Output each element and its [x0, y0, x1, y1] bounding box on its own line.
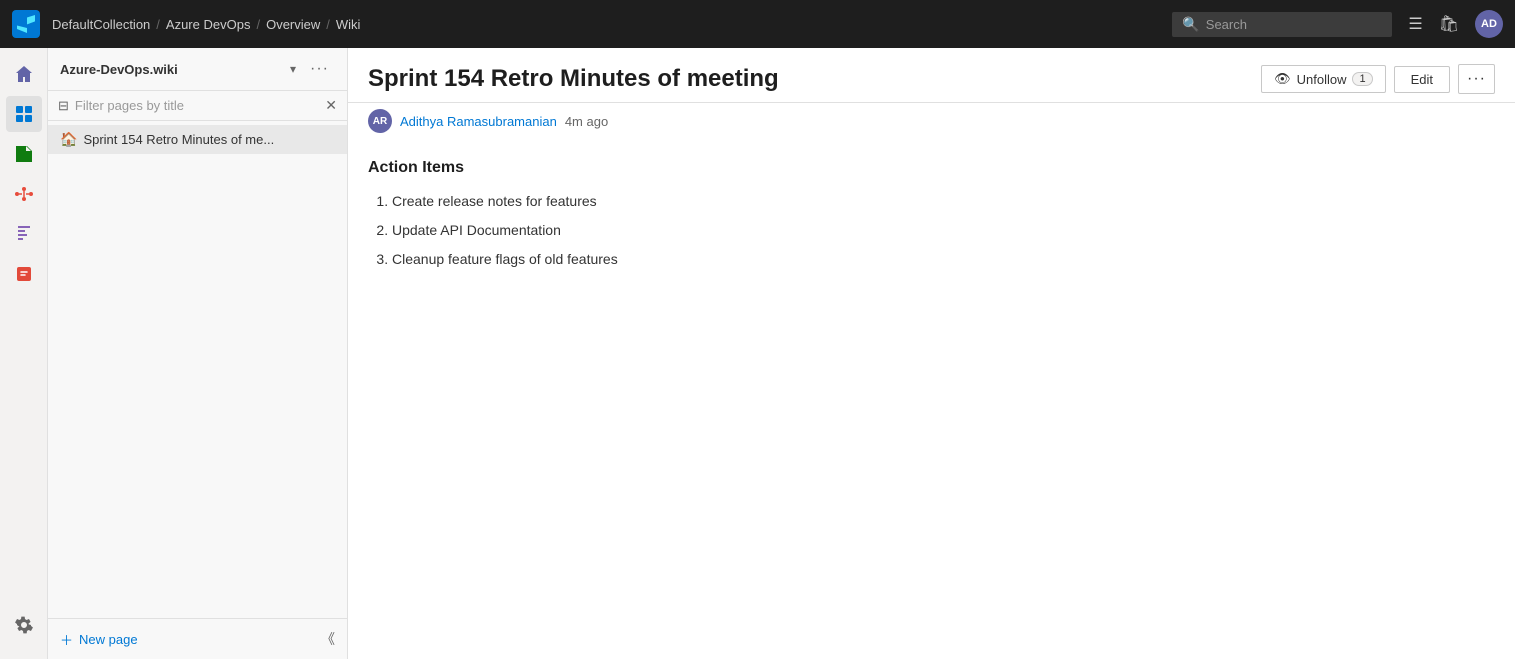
sidebar-header: Azure-DevOps.wiki ▾ ··· [48, 48, 347, 91]
sidebar-footer: ＋ New page 《 [48, 618, 347, 659]
global-search[interactable]: 🔍 [1172, 12, 1392, 37]
plus-icon: ＋ [60, 630, 73, 649]
activity-item-pipelines[interactable] [6, 176, 42, 212]
activity-item-artifacts[interactable] [6, 256, 42, 292]
wiki-dropdown-chevron[interactable]: ▾ [286, 60, 300, 78]
bag-icon[interactable]: 🛍 [1439, 14, 1459, 34]
content-area: Sprint 154 Retro Minutes of meeting 👁 Un… [348, 48, 1515, 659]
tree-item-home-icon: 🏠 [60, 131, 77, 148]
breadcrumb-overview[interactable]: Overview [266, 17, 320, 32]
activity-item-home[interactable] [6, 56, 42, 92]
unfollow-icon: 👁 [1274, 71, 1291, 87]
action-item-1: Create release notes for features [392, 189, 1495, 214]
azure-devops-logo [12, 10, 40, 38]
activity-bar [0, 48, 48, 659]
unfollow-label: Unfollow [1297, 72, 1347, 87]
author-row: AR Adithya Ramasubramanian 4m ago [348, 103, 1515, 143]
filter-clear-button[interactable]: ✕ [325, 97, 337, 114]
action-items-list: Create release notes for features Update… [368, 189, 1495, 273]
more-actions-button[interactable]: ··· [1458, 64, 1495, 94]
wiki-sidebar: Azure-DevOps.wiki ▾ ··· ⊟ ✕ 🏠 Sprint 154… [48, 48, 348, 659]
section-title: Action Items [368, 159, 1495, 177]
activity-item-repos[interactable] [6, 136, 42, 172]
breadcrumb: DefaultCollection / Azure DevOps / Overv… [52, 17, 360, 32]
tree-item-label: Sprint 154 Retro Minutes of me... [83, 132, 274, 147]
unfollow-count: 1 [1352, 72, 1372, 86]
breadcrumb-project[interactable]: Azure DevOps [166, 17, 251, 32]
list-icon[interactable]: ☰ [1408, 14, 1422, 34]
search-icon: 🔍 [1182, 16, 1199, 33]
page-title: Sprint 154 Retro Minutes of meeting [368, 65, 1249, 93]
user-avatar[interactable]: AD [1475, 10, 1503, 38]
topbar: DefaultCollection / Azure DevOps / Overv… [0, 0, 1515, 48]
breadcrumb-collection[interactable]: DefaultCollection [52, 17, 150, 32]
action-item-2: Update API Documentation [392, 218, 1495, 243]
edit-button[interactable]: Edit [1394, 66, 1450, 93]
search-input[interactable] [1206, 17, 1366, 32]
author-avatar: AR [368, 109, 392, 133]
tree-items: 🏠 Sprint 154 Retro Minutes of me... [48, 121, 347, 618]
filter-icon: ⊟ [58, 98, 69, 114]
activity-item-boards[interactable] [6, 96, 42, 132]
edit-time: 4m ago [565, 114, 608, 129]
collapse-sidebar-button[interactable]: 《 [321, 629, 335, 649]
new-page-label: New page [79, 632, 138, 647]
filter-bar: ⊟ ✕ [48, 91, 347, 121]
tree-item-sprint[interactable]: 🏠 Sprint 154 Retro Minutes of me... [48, 125, 347, 154]
activity-item-testplans[interactable] [6, 216, 42, 252]
settings-icon[interactable] [6, 607, 42, 643]
content-body: Action Items Create release notes for fe… [348, 143, 1515, 659]
wiki-more-button[interactable]: ··· [304, 58, 335, 80]
wiki-title: Azure-DevOps.wiki [60, 62, 282, 77]
filter-input[interactable] [75, 98, 319, 113]
action-buttons: 👁 Unfollow 1 Edit ··· [1261, 64, 1495, 94]
unfollow-button[interactable]: 👁 Unfollow 1 [1261, 65, 1386, 93]
new-page-button[interactable]: ＋ New page [60, 630, 138, 649]
action-item-3: Cleanup feature flags of old features [392, 247, 1495, 272]
content-header: Sprint 154 Retro Minutes of meeting 👁 Un… [348, 48, 1515, 103]
author-name[interactable]: Adithya Ramasubramanian [400, 114, 557, 129]
breadcrumb-wiki[interactable]: Wiki [336, 17, 361, 32]
